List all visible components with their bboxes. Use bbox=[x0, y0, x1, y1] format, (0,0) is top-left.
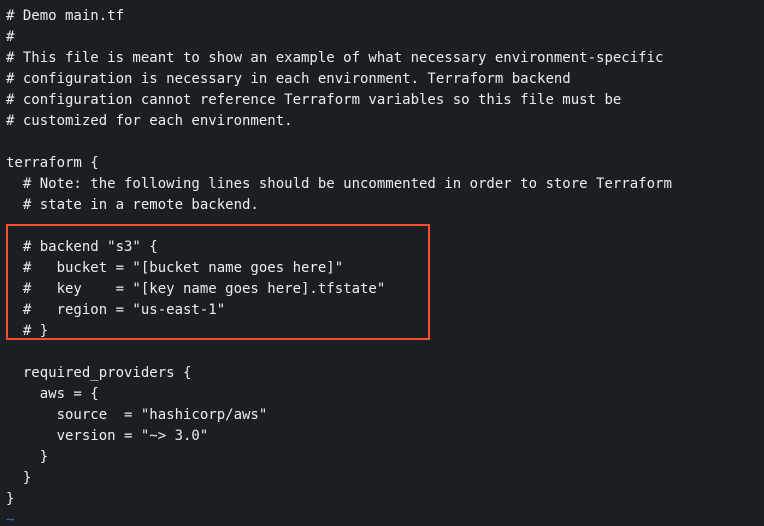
vim-tilde: ~ bbox=[6, 512, 14, 526]
code-lines: # Demo main.tf # # This file is meant to… bbox=[6, 8, 672, 507]
code-block: # Demo main.tf # # This file is meant to… bbox=[0, 0, 764, 526]
